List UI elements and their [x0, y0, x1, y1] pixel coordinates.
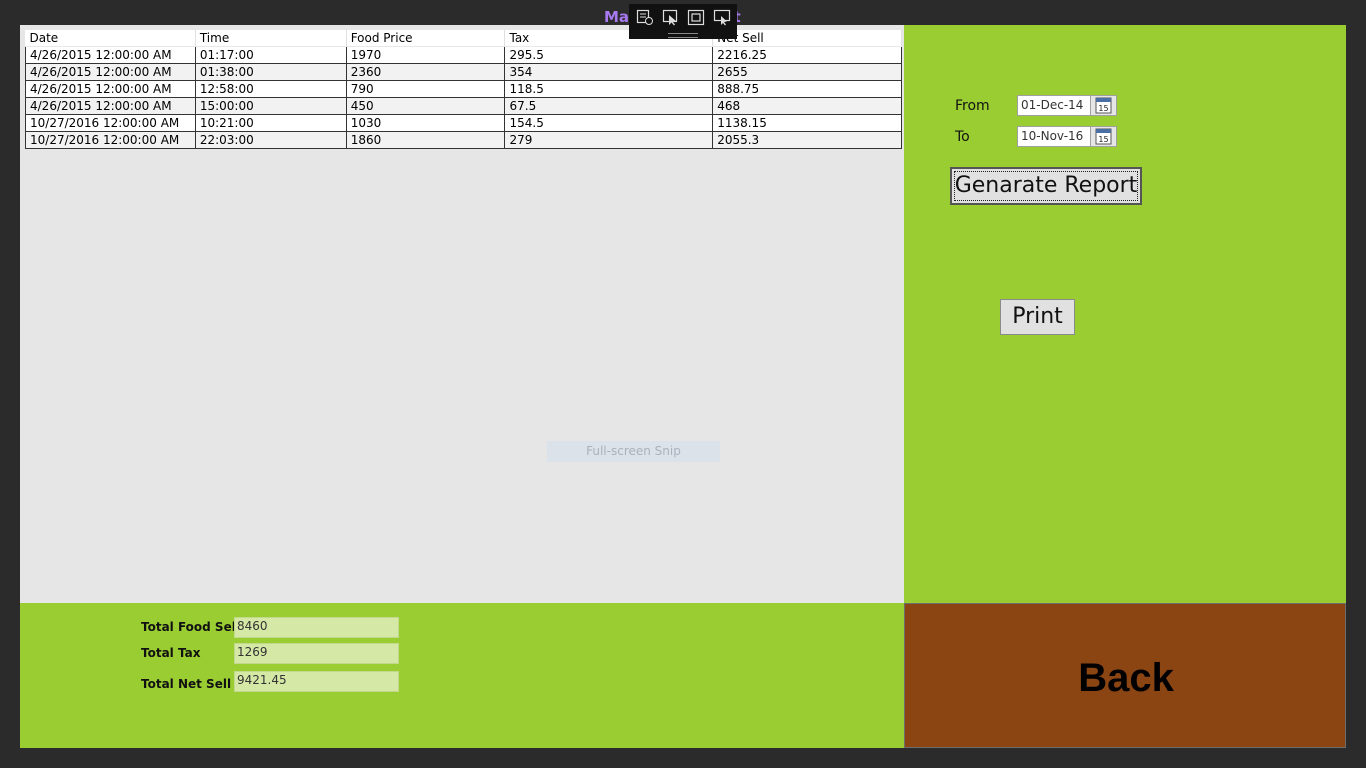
back-button-label: Back	[1078, 656, 1174, 700]
cell-tax: 279	[504, 131, 714, 149]
snip-mode-freeform-icon[interactable]	[662, 9, 680, 26]
from-date-picker[interactable]: 01-Dec-14 15	[1017, 95, 1117, 116]
cell-date: 4/26/2015 12:00:00 AM	[25, 97, 196, 115]
calendar-icon-day: 15	[1098, 135, 1108, 144]
cell-tax: 154.5	[504, 114, 714, 132]
cell-net-sell: 2655	[712, 63, 902, 81]
cell-net-sell: 888.75	[712, 80, 902, 98]
total-tax-field[interactable]: 1269	[234, 643, 399, 664]
cell-date: 4/26/2015 12:00:00 AM	[25, 80, 196, 98]
table-row[interactable]: 10/27/2016 12:00:00 AM 10:21:00 1030 154…	[25, 114, 902, 132]
table-row[interactable]: 4/26/2015 12:00:00 AM 01:38:00 2360 354 …	[25, 63, 902, 81]
cell-food-price: 790	[345, 80, 506, 98]
table-row[interactable]: 4/26/2015 12:00:00 AM 12:58:00 790 118.5…	[25, 80, 902, 98]
column-header-net-sell[interactable]: Net Sell	[712, 30, 902, 47]
total-tax-label: Total Tax	[141, 646, 201, 660]
from-calendar-button[interactable]: 15	[1090, 95, 1117, 116]
full-screen-snip-label: Full-screen Snip	[547, 441, 720, 462]
calendar-icon-day: 15	[1098, 104, 1108, 113]
cell-time: 10:21:00	[194, 114, 347, 132]
from-date-value[interactable]: 01-Dec-14	[1021, 98, 1083, 112]
from-label: From	[955, 98, 990, 114]
cell-date: 4/26/2015 12:00:00 AM	[25, 63, 196, 81]
to-date-picker[interactable]: 10-Nov-16 15	[1017, 126, 1117, 147]
snip-toolbar	[629, 4, 737, 39]
cell-tax: 67.5	[504, 97, 714, 115]
cell-time: 01:17:00	[194, 46, 347, 64]
table-row[interactable]: 10/27/2016 12:00:00 AM 22:03:00 1860 279…	[25, 131, 902, 149]
cell-food-price: 1030	[345, 114, 506, 132]
to-label: To	[955, 129, 970, 145]
calendar-icon: 15	[1095, 97, 1112, 114]
cell-date: 4/26/2015 12:00:00 AM	[25, 46, 196, 64]
column-header-time[interactable]: Time	[195, 30, 347, 47]
cell-net-sell: 1138.15	[712, 114, 902, 132]
table-row[interactable]: 4/26/2015 12:00:00 AM 15:00:00 450 67.5 …	[25, 97, 902, 115]
cell-time: 12:58:00	[194, 80, 347, 98]
cell-food-price: 1860	[345, 131, 506, 149]
filter-panel: From 01-Dec-14 15 To 10-Nov-16 15 Genara…	[904, 25, 1346, 603]
totals-panel: Total Food Sell 8460 Total Tax 1269 Tota…	[20, 603, 904, 748]
toolbar-drag-handle[interactable]	[668, 33, 698, 38]
table-row[interactable]: 4/26/2015 12:00:00 AM 01:17:00 1970 295.…	[25, 46, 902, 64]
to-date-value[interactable]: 10-Nov-16	[1021, 129, 1083, 143]
cell-tax: 295.5	[504, 46, 714, 64]
snip-mode-rectangle-icon[interactable]	[636, 9, 654, 26]
generate-report-button[interactable]: Genarate Report	[950, 167, 1142, 205]
table-header-row: Date Time Food Price Tax Net Sell	[25, 30, 902, 47]
cell-time: 01:38:00	[194, 63, 347, 81]
cell-date: 10/27/2016 12:00:00 AM	[25, 131, 196, 149]
cell-time: 22:03:00	[194, 131, 347, 149]
column-header-date[interactable]: Date	[25, 30, 196, 47]
to-calendar-button[interactable]: 15	[1090, 126, 1117, 147]
snip-mode-window-icon[interactable]	[687, 9, 705, 26]
calendar-icon: 15	[1095, 128, 1112, 145]
total-net-sell-field[interactable]: 9421.45	[234, 671, 399, 692]
cell-food-price: 450	[345, 97, 506, 115]
cell-tax: 354	[504, 63, 714, 81]
cell-tax: 118.5	[504, 80, 714, 98]
sales-report-table[interactable]: Date Time Food Price Tax Net Sell 4/26/2…	[25, 30, 902, 149]
cell-net-sell: 2055.3	[712, 131, 902, 149]
total-food-sell-field[interactable]: 8460	[234, 617, 399, 638]
cell-food-price: 2360	[345, 63, 506, 81]
snip-mode-fullscreen-icon[interactable]	[713, 9, 731, 26]
report-grid-area: Date Time Food Price Tax Net Sell 4/26/2…	[20, 25, 904, 603]
total-food-sell-label: Total Food Sell	[141, 620, 240, 634]
cell-date: 10/27/2016 12:00:00 AM	[25, 114, 196, 132]
column-header-food-price[interactable]: Food Price	[346, 30, 506, 47]
cell-net-sell: 468	[712, 97, 902, 115]
print-button[interactable]: Print	[1000, 299, 1075, 335]
cell-net-sell: 2216.25	[712, 46, 902, 64]
cell-time: 15:00:00	[194, 97, 347, 115]
back-button[interactable]: Back	[904, 603, 1346, 748]
total-net-sell-label: Total Net Sell	[141, 677, 232, 691]
cell-food-price: 1970	[345, 46, 506, 64]
